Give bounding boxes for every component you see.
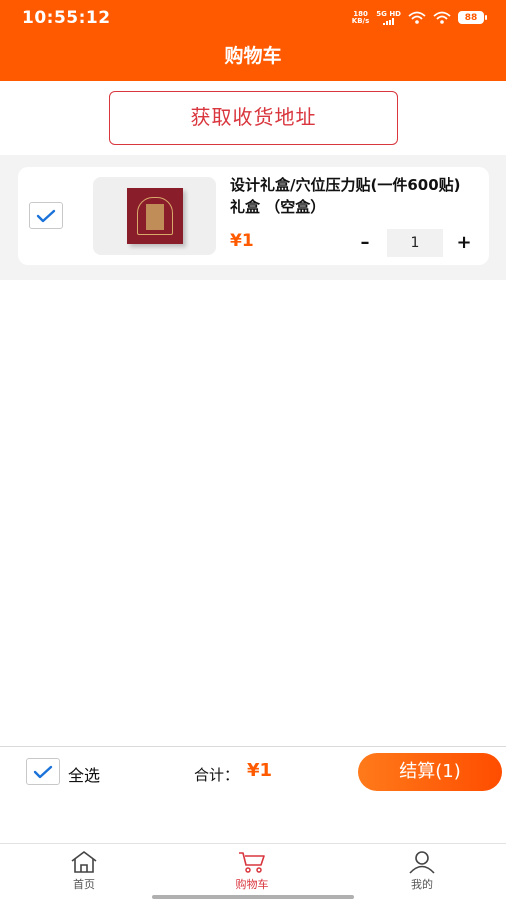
checkout-button[interactable]: 结算(1) bbox=[358, 753, 502, 791]
page-header: 购物车 bbox=[0, 36, 506, 81]
system-icons: 180 KB/s 5G HD 88 bbox=[351, 9, 487, 25]
checkmark-icon bbox=[33, 765, 53, 778]
get-address-button[interactable]: 获取收货地址 bbox=[109, 91, 398, 145]
wifi-arrow-icon bbox=[408, 11, 426, 24]
user-icon bbox=[409, 851, 435, 874]
quantity-stepper: – 1 + bbox=[353, 229, 476, 257]
quantity-input[interactable]: 1 bbox=[387, 229, 443, 257]
tab-home[interactable]: 首页 bbox=[44, 850, 124, 892]
home-icon bbox=[71, 851, 97, 873]
cart-icon bbox=[239, 852, 265, 873]
status-time: 10:55:12 bbox=[22, 8, 111, 28]
cell-signal-icon: 5G HD bbox=[376, 10, 401, 25]
tab-profile[interactable]: 我的 bbox=[382, 850, 462, 892]
decrease-quantity-button[interactable]: – bbox=[353, 229, 377, 257]
checkout-bar: 全选 合计： ¥1 结算(1) bbox=[0, 746, 506, 801]
select-all-checkbox[interactable] bbox=[26, 758, 60, 785]
tab-bar: 首页 购物车 我的 bbox=[0, 843, 506, 900]
item-checkbox[interactable] bbox=[29, 202, 63, 229]
product-price: ¥1 bbox=[230, 231, 254, 251]
increase-quantity-button[interactable]: + bbox=[452, 229, 476, 257]
cart-item: 设计礼盒/穴位压力贴(一件600贴) 礼盒 （空盒） ¥1 – 1 + bbox=[18, 167, 489, 265]
total-amount: ¥1 bbox=[247, 760, 273, 781]
cart-list: 设计礼盒/穴位压力贴(一件600贴) 礼盒 （空盒） ¥1 – 1 + bbox=[0, 155, 506, 280]
gift-box-picture bbox=[126, 188, 183, 244]
checkmark-icon bbox=[36, 209, 56, 222]
home-indicator[interactable] bbox=[152, 895, 354, 899]
status-bar: 10:55:12 180 KB/s 5G HD 88 bbox=[0, 0, 506, 36]
select-all-label[interactable]: 全选 bbox=[68, 762, 100, 786]
product-image[interactable] bbox=[93, 177, 216, 255]
wifi-icon bbox=[433, 11, 451, 24]
page-title: 购物车 bbox=[224, 45, 282, 67]
total-label: 合计： bbox=[194, 766, 240, 784]
network-speed: 180 KB/s bbox=[351, 9, 370, 25]
product-title[interactable]: 设计礼盒/穴位压力贴(一件600贴) 礼盒 （空盒） bbox=[230, 174, 480, 218]
battery-icon: 88 bbox=[458, 11, 487, 24]
tab-cart[interactable]: 购物车 bbox=[212, 850, 292, 892]
